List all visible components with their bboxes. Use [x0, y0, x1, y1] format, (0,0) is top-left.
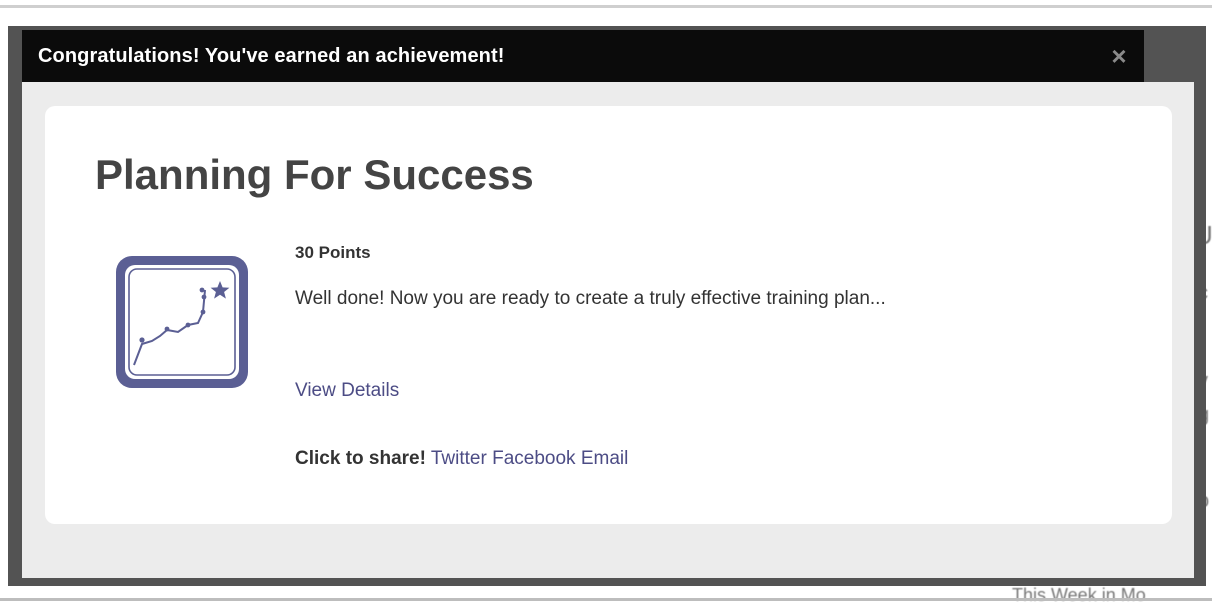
achievement-title: Planning For Success — [95, 151, 534, 198]
dialog-titlebar: Congratulations! You've earned an achiev… — [22, 30, 1144, 82]
share-label: Click to share! — [295, 448, 426, 469]
achievement-points: 30 Points — [295, 243, 371, 262]
close-icon: × — [1111, 41, 1127, 71]
close-button[interactable]: × — [1102, 38, 1136, 74]
bottom-divider — [0, 598, 1212, 601]
view-details-link[interactable]: View Details — [295, 380, 399, 402]
share-facebook-link[interactable]: Facebook — [492, 448, 575, 469]
background-text: This Week in Mo — [1012, 585, 1146, 605]
share-email-link[interactable]: Email — [581, 448, 629, 469]
top-divider — [0, 5, 1212, 8]
dialog-title: Congratulations! You've earned an achiev… — [38, 45, 505, 67]
share-row: Click to share! Twitter Facebook Email — [295, 448, 628, 470]
chart-progress-star-icon — [116, 256, 248, 388]
share-twitter-link[interactable]: Twitter — [431, 448, 487, 469]
achievement-description: Well done! Now you are ready to create a… — [295, 288, 886, 309]
